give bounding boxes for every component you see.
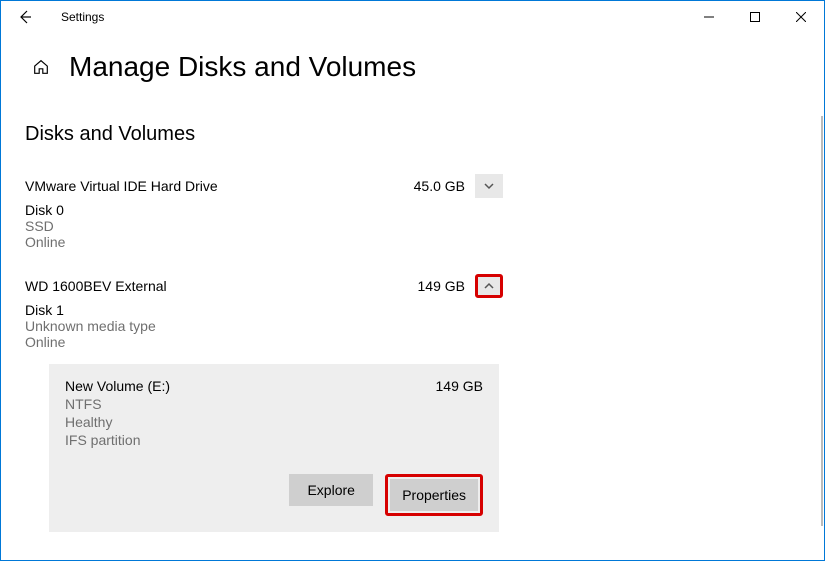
back-button[interactable]	[9, 1, 41, 33]
content-area: Disks and Volumes VMware Virtual IDE Har…	[1, 95, 824, 532]
expand-button[interactable]	[475, 174, 503, 198]
maximize-button[interactable]	[732, 1, 778, 33]
section-title: Disks and Volumes	[25, 123, 794, 146]
volume-partition: IFS partition	[65, 432, 483, 448]
disk-header-row[interactable]: WD 1600BEV External 149 GB	[25, 274, 503, 298]
volume-health: Healthy	[65, 414, 483, 430]
disk-name: VMware Virtual IDE Hard Drive	[25, 178, 414, 194]
volume-header-row: New Volume (E:) 149 GB	[65, 378, 483, 394]
disk-status: Online	[25, 334, 503, 350]
home-icon	[32, 58, 50, 76]
disk-list: VMware Virtual IDE Hard Drive 45.0 GB Di…	[25, 174, 503, 532]
volume-name: New Volume (E:)	[65, 378, 436, 394]
disk-media: SSD	[25, 218, 503, 234]
chevron-up-icon	[483, 280, 495, 292]
explore-button[interactable]: Explore	[289, 474, 373, 506]
page-title: Manage Disks and Volumes	[69, 51, 416, 83]
window-controls	[686, 1, 824, 33]
disk-item: VMware Virtual IDE Hard Drive 45.0 GB Di…	[25, 174, 503, 250]
disk-label: Disk 1	[25, 302, 503, 318]
scrollbar[interactable]	[821, 116, 823, 526]
volume-panel: New Volume (E:) 149 GB NTFS Healthy IFS …	[49, 364, 499, 532]
disk-name: WD 1600BEV External	[25, 278, 418, 294]
minimize-button[interactable]	[686, 1, 732, 33]
minimize-icon	[704, 12, 714, 22]
disk-label: Disk 0	[25, 202, 503, 218]
close-icon	[796, 12, 806, 22]
volume-size: 149 GB	[436, 378, 483, 394]
disk-media: Unknown media type	[25, 318, 503, 334]
disk-header-row[interactable]: VMware Virtual IDE Hard Drive 45.0 GB	[25, 174, 503, 198]
properties-button[interactable]: Properties	[390, 479, 478, 511]
page-header: Manage Disks and Volumes	[1, 33, 824, 95]
home-button[interactable]	[31, 57, 51, 77]
maximize-icon	[750, 12, 760, 22]
collapse-button[interactable]	[475, 274, 503, 298]
close-button[interactable]	[778, 1, 824, 33]
arrow-left-icon	[17, 9, 33, 25]
disk-item: WD 1600BEV External 149 GB Disk 1 Unknow…	[25, 274, 503, 532]
chevron-down-icon	[483, 180, 495, 192]
disk-size: 45.0 GB	[414, 178, 465, 194]
volume-actions: Explore Properties	[65, 474, 483, 516]
properties-highlight: Properties	[385, 474, 483, 516]
titlebar: Settings	[1, 1, 824, 33]
disk-status: Online	[25, 234, 503, 250]
settings-window: Settings Manage Disks and Volumes Disks …	[0, 0, 825, 561]
volume-filesystem: NTFS	[65, 396, 483, 412]
window-title: Settings	[61, 10, 104, 24]
disk-size: 149 GB	[418, 278, 465, 294]
